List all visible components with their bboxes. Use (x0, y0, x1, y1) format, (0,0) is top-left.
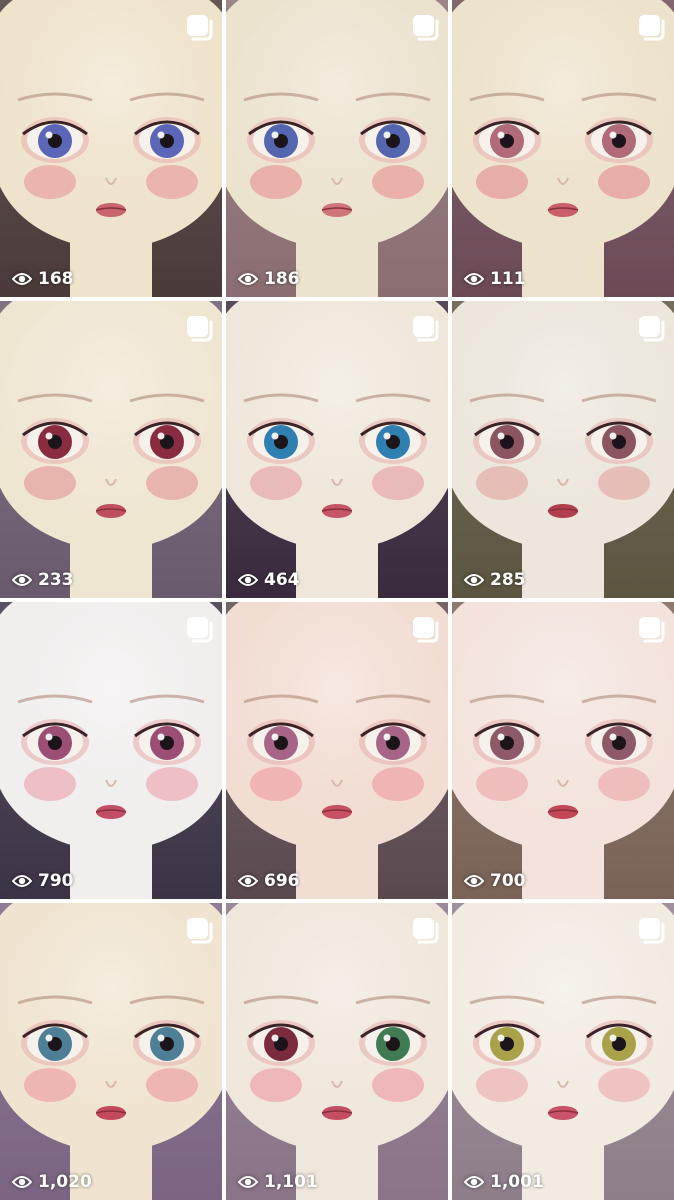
doll-photo (226, 301, 448, 598)
grid-post[interactable]: 233 (0, 301, 222, 598)
doll-photo (0, 602, 222, 899)
grid-post[interactable]: 1,020 (0, 903, 222, 1200)
view-count: 285 (464, 570, 526, 590)
grid-post[interactable]: 285 (452, 301, 674, 598)
eye-icon (238, 875, 258, 887)
doll-photo (452, 602, 674, 899)
carousel-icon (413, 617, 439, 643)
view-count: 1,020 (12, 1172, 92, 1192)
carousel-icon (187, 918, 213, 944)
doll-photo (0, 0, 222, 297)
carousel-icon (639, 316, 665, 342)
eye-icon (12, 1176, 32, 1188)
view-count-label: 696 (264, 871, 300, 891)
carousel-icon (187, 316, 213, 342)
doll-photo (226, 602, 448, 899)
carousel-icon (639, 617, 665, 643)
doll-photo (452, 903, 674, 1200)
grid-post[interactable]: 168 (0, 0, 222, 297)
view-count-label: 464 (264, 570, 300, 590)
carousel-icon (413, 15, 439, 41)
view-count-label: 1,101 (264, 1172, 318, 1192)
view-count: 700 (464, 871, 526, 891)
eye-icon (238, 1176, 258, 1188)
grid-post[interactable]: 696 (226, 602, 448, 899)
carousel-icon (639, 15, 665, 41)
doll-photo (452, 0, 674, 297)
eye-icon (464, 273, 484, 285)
doll-photo (226, 903, 448, 1200)
eye-icon (238, 273, 258, 285)
grid-post[interactable]: 464 (226, 301, 448, 598)
eye-icon (464, 574, 484, 586)
view-count: 790 (12, 871, 74, 891)
carousel-icon (413, 316, 439, 342)
view-count: 1,101 (238, 1172, 318, 1192)
eye-icon (12, 273, 32, 285)
carousel-icon (187, 617, 213, 643)
view-count-label: 168 (38, 269, 74, 289)
view-count: 168 (12, 269, 74, 289)
view-count-label: 1,001 (490, 1172, 544, 1192)
view-count-label: 186 (264, 269, 300, 289)
grid-post[interactable]: 1,001 (452, 903, 674, 1200)
view-count: 233 (12, 570, 74, 590)
eye-icon (238, 574, 258, 586)
eye-icon (464, 1176, 484, 1188)
view-count-label: 111 (490, 269, 526, 289)
view-count: 186 (238, 269, 300, 289)
doll-photo (226, 0, 448, 297)
view-count-label: 233 (38, 570, 74, 590)
grid-post[interactable]: 1,101 (226, 903, 448, 1200)
view-count: 464 (238, 570, 300, 590)
view-count: 111 (464, 269, 526, 289)
grid-post[interactable]: 790 (0, 602, 222, 899)
eye-icon (12, 574, 32, 586)
view-count-label: 700 (490, 871, 526, 891)
view-count-label: 790 (38, 871, 74, 891)
carousel-icon (413, 918, 439, 944)
photo-grid: 168 186 111 233 464 285 790 696 700 1,02… (0, 0, 674, 1200)
grid-post[interactable]: 700 (452, 602, 674, 899)
view-count-label: 285 (490, 570, 526, 590)
view-count: 1,001 (464, 1172, 544, 1192)
view-count: 696 (238, 871, 300, 891)
eye-icon (12, 875, 32, 887)
grid-post[interactable]: 186 (226, 0, 448, 297)
eye-icon (464, 875, 484, 887)
carousel-icon (639, 918, 665, 944)
doll-photo (452, 301, 674, 598)
grid-post[interactable]: 111 (452, 0, 674, 297)
doll-photo (0, 903, 222, 1200)
carousel-icon (187, 15, 213, 41)
doll-photo (0, 301, 222, 598)
view-count-label: 1,020 (38, 1172, 92, 1192)
